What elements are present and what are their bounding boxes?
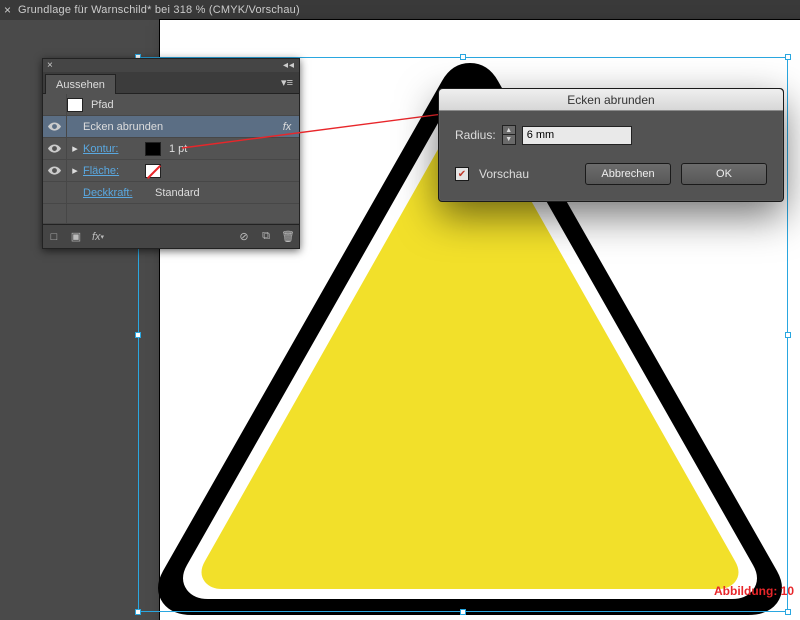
opacity-value[interactable]: Standard bbox=[155, 187, 299, 199]
panel-body: Pfad Ecken abrunden fx ▸ Kontur: 1 pt ▸ … bbox=[43, 94, 299, 224]
handle-mid-left[interactable] bbox=[135, 332, 141, 338]
close-tab-icon[interactable]: × bbox=[4, 3, 18, 17]
stroke-label[interactable]: Kontur: bbox=[83, 143, 145, 155]
visibility-spacer bbox=[43, 182, 67, 203]
effect-label[interactable]: Ecken abrunden bbox=[83, 121, 275, 133]
add-effect-icon[interactable]: fx▾ bbox=[91, 230, 105, 244]
document-tab-title[interactable]: Grundlage für Warnschild* bei 318 % (CMY… bbox=[18, 4, 300, 16]
new-art-layer-icon[interactable]: ▣ bbox=[69, 230, 83, 244]
stepper-up-icon[interactable]: ▲ bbox=[503, 126, 515, 135]
tab-appearance[interactable]: Aussehen bbox=[45, 74, 116, 94]
radius-input[interactable] bbox=[522, 126, 632, 145]
panel-menu-icon[interactable]: ▾≡ bbox=[275, 72, 299, 93]
delete-item-icon[interactable]: 🗑 bbox=[281, 230, 295, 244]
clear-appearance-icon[interactable]: ⊘ bbox=[237, 230, 251, 244]
figure-caption: Abbildung: 10 bbox=[714, 584, 794, 598]
handle-bot-left[interactable] bbox=[135, 609, 141, 615]
path-thumbnail bbox=[67, 98, 83, 112]
row-effect-round-corners[interactable]: Ecken abrunden fx bbox=[43, 116, 299, 138]
panel-tabs: Aussehen ▾≡ bbox=[43, 72, 299, 94]
spacer bbox=[43, 204, 67, 223]
appearance-panel[interactable]: × ◂◂ Aussehen ▾≡ Pfad Ecken abrunden fx … bbox=[42, 58, 300, 249]
row-opacity[interactable]: Deckkraft: Standard bbox=[43, 182, 299, 204]
cancel-button[interactable]: Abbrechen bbox=[585, 163, 671, 185]
stepper-down-icon[interactable]: ▼ bbox=[503, 135, 515, 144]
dialog-title[interactable]: Ecken abrunden bbox=[439, 89, 783, 111]
new-art-basic-icon[interactable]: □ bbox=[47, 230, 61, 244]
panel-titlebar[interactable]: × ◂◂ bbox=[43, 59, 299, 72]
fill-label[interactable]: Fläche: bbox=[83, 165, 145, 177]
close-panel-icon[interactable]: × bbox=[47, 60, 53, 71]
radius-row: Radius: ▲ ▼ bbox=[455, 125, 767, 145]
fill-swatch-none[interactable] bbox=[145, 164, 161, 178]
collapse-panel-icon[interactable]: ◂◂ bbox=[283, 60, 295, 71]
preview-label[interactable]: Vorschau bbox=[479, 167, 529, 181]
row-empty bbox=[43, 204, 299, 224]
document-tab-bar: × Grundlage für Warnschild* bei 318 % (C… bbox=[0, 0, 800, 20]
path-label: Pfad bbox=[91, 99, 299, 111]
row-fill[interactable]: ▸ Fläche: bbox=[43, 160, 299, 182]
target-icon[interactable] bbox=[43, 94, 67, 115]
opacity-label[interactable]: Deckkraft: bbox=[83, 187, 155, 199]
row-path-header[interactable]: Pfad bbox=[43, 94, 299, 116]
visibility-toggle-icon[interactable] bbox=[43, 138, 67, 159]
expand-arrow-icon[interactable]: ▸ bbox=[67, 142, 83, 155]
panel-footer: □ ▣ fx▾ ⊘ ⧉ 🗑 bbox=[43, 224, 299, 248]
radius-label: Radius: bbox=[455, 128, 496, 142]
row-stroke[interactable]: ▸ Kontur: 1 pt bbox=[43, 138, 299, 160]
preview-checkbox[interactable]: ✔ bbox=[455, 167, 469, 181]
visibility-toggle-icon[interactable] bbox=[43, 116, 67, 137]
round-corners-dialog[interactable]: Ecken abrunden Radius: ▲ ▼ ✔ Vorschau Ab… bbox=[438, 88, 784, 202]
radius-stepper[interactable]: ▲ ▼ bbox=[502, 125, 516, 145]
dialog-button-row: ✔ Vorschau Abbrechen OK bbox=[455, 163, 767, 185]
visibility-toggle-icon[interactable] bbox=[43, 160, 67, 181]
duplicate-item-icon[interactable]: ⧉ bbox=[259, 230, 273, 244]
stroke-swatch[interactable] bbox=[145, 142, 161, 156]
expand-arrow-icon[interactable]: ▸ bbox=[67, 164, 83, 177]
fx-indicator-icon[interactable]: fx bbox=[275, 121, 299, 133]
stroke-value[interactable]: 1 pt bbox=[169, 143, 299, 155]
ok-button[interactable]: OK bbox=[681, 163, 767, 185]
